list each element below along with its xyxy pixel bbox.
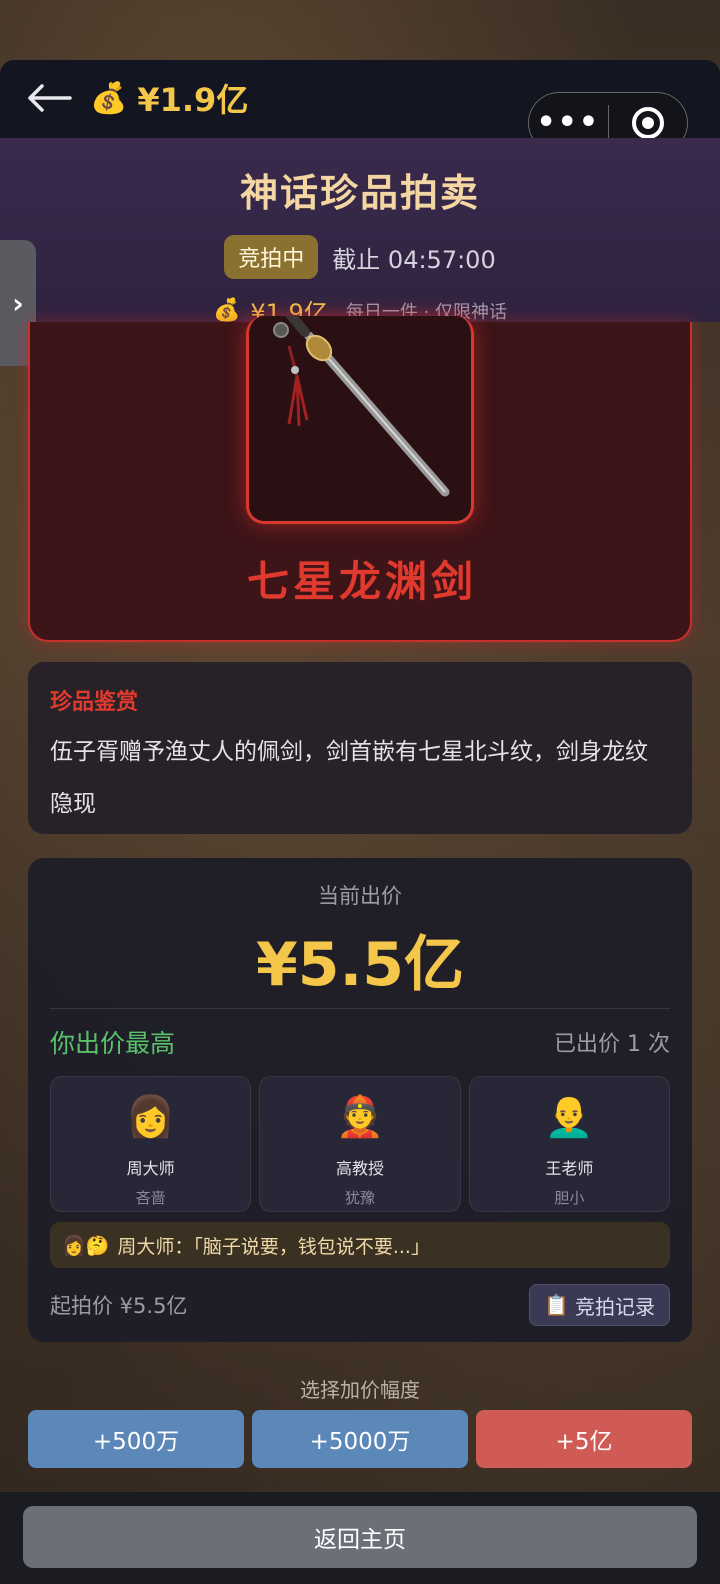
increment-button-5yi[interactable]: +5亿	[476, 1410, 692, 1468]
status-badge: 竞拍中	[224, 235, 319, 279]
description-card: 珍品鉴赏 伍子胥赠予渔丈人的佩剑，剑首嵌有七星北斗纹，剑身龙纹隐现	[28, 662, 692, 834]
bidder-card: 👨‍🦲 王老师 胆小	[468, 1076, 670, 1212]
bidder-name: 王老师	[545, 1159, 594, 1178]
quote-text: 周大师：「脑子说要，钱包说不要...」	[117, 1235, 430, 1258]
sword-icon	[273, 316, 450, 497]
item-card: 七星龙渊剑	[28, 316, 692, 642]
bidder-trait: 胆小	[554, 1189, 585, 1207]
bottom-bar: 返回主页	[0, 1492, 720, 1584]
money-bag-icon: 💰	[212, 298, 241, 323]
auction-header: 神话珍品拍卖 竞拍中 截止 04:57:00 💰 ¥1.9亿 每日一件 · 仅限…	[0, 138, 720, 327]
current-bid-price: ¥5.5亿	[255, 930, 465, 1000]
bid-card: 当前出价 ¥5.5亿 你出价最高 已出价 1 次 👩 周大师 吝啬 👲 高教授 …	[28, 858, 692, 1342]
balance-value: ¥1.9亿	[137, 81, 249, 119]
return-home-button[interactable]: 返回主页	[23, 1506, 697, 1568]
start-price: 起拍价 ¥5.5亿	[50, 1294, 188, 1318]
bidder-quote: 👩🤔 周大师：「脑子说要，钱包说不要...」	[50, 1222, 670, 1268]
back-arrow-icon[interactable]	[24, 80, 74, 116]
bidder-card: 👲 高教授 犹豫	[259, 1076, 461, 1212]
bidder-trait: 吝啬	[135, 1189, 166, 1207]
increment-button-500w[interactable]: +500万	[28, 1410, 244, 1468]
increment-label: 选择加价幅度	[300, 1378, 420, 1402]
bid-record-label: 竞拍记录	[575, 1294, 655, 1319]
bidder-avatar-icon: 👩	[125, 1094, 176, 1140]
deadline-text: 截止 04:57:00	[332, 245, 496, 274]
bid-count: 已出价 1 次	[554, 1032, 670, 1057]
quote-emoji-icon: 👩🤔	[62, 1234, 110, 1257]
money-bag-icon: 💰	[90, 80, 128, 116]
highest-bid-status: 你出价最高	[50, 1029, 176, 1058]
bidder-card: 👩 周大师 吝啬	[50, 1076, 252, 1212]
description-title: 珍品鉴赏	[50, 690, 139, 715]
bidder-trait: 犹豫	[344, 1189, 375, 1207]
description-text: 伍子胥赠予渔丈人的佩剑，剑首嵌有七星北斗纹，剑身龙纹隐现	[50, 739, 648, 817]
divider	[50, 1008, 670, 1009]
page-title: 神话珍品拍卖	[239, 171, 480, 215]
increment-options: +500万 +5000万 +5亿	[28, 1410, 692, 1468]
chevron-right-icon: ›	[12, 286, 24, 320]
bidder-name: 高教授	[335, 1159, 384, 1178]
clipboard-icon: 📋	[544, 1293, 569, 1317]
bidder-avatar-icon: 👨‍🦲	[544, 1094, 595, 1140]
current-bid-label: 当前出价	[318, 884, 402, 908]
balance-display: 💰 ¥1.9亿	[90, 78, 249, 120]
bid-record-button[interactable]: 📋 竞拍记录	[529, 1284, 670, 1326]
item-image-frame	[246, 316, 474, 524]
record-circle-icon	[631, 107, 664, 139]
item-name: 七星龙渊剑	[246, 557, 477, 606]
bidder-name: 周大师	[126, 1159, 175, 1178]
top-bar: 💰 ¥1.9亿 •••	[0, 60, 720, 154]
bidder-list: 👩 周大师 吝啬 👲 高教授 犹豫 👨‍🦲 王老师 胆小	[50, 1076, 670, 1212]
bidder-avatar-icon: 👲	[335, 1094, 385, 1140]
increment-button-5000w[interactable]: +5000万	[252, 1410, 468, 1468]
close-program-button[interactable]	[609, 107, 688, 139]
